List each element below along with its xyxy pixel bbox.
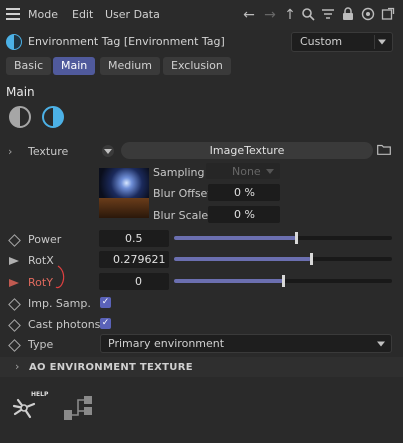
power-slider[interactable] [174, 232, 392, 244]
node-editor-icon[interactable] [62, 394, 94, 424]
sampling-value: None [232, 165, 261, 178]
lock-icon[interactable] [340, 7, 356, 23]
power-slider-fill [174, 236, 297, 240]
power-value: 0.5 [125, 232, 143, 245]
ao-section-title: AO ENVIRONMENT TEXTURE [29, 362, 193, 373]
blur-scale-label: Blur Scale [153, 209, 209, 222]
tag-title: Environment Tag [Environment Tag] [28, 35, 225, 48]
rotx-field[interactable]: 0.279621 [99, 251, 169, 268]
chevron-down-icon [377, 341, 385, 346]
rotx-value: 0.279621 [113, 253, 166, 266]
roty-value: 0 [135, 275, 142, 288]
arrow-right-icon[interactable]: → [262, 7, 278, 23]
keyframe-animated-icon[interactable] [9, 279, 19, 287]
mode-gray-icon[interactable] [9, 106, 31, 128]
menu-user-data[interactable]: User Data [105, 8, 160, 21]
blur-scale-field[interactable]: 0 % [208, 206, 280, 223]
rotx-slider-fill [174, 257, 312, 261]
folder-icon[interactable] [377, 144, 391, 155]
rotx-slider[interactable] [174, 253, 392, 265]
preset-dropdown[interactable]: Custom [291, 32, 393, 52]
tab-medium[interactable]: Medium [100, 57, 160, 75]
chevron-down-icon [378, 39, 386, 45]
imp-samp-label: Imp. Samp. [28, 297, 91, 310]
roty-slider-handle[interactable] [282, 275, 285, 287]
texture-preview-thumbnail [99, 168, 149, 218]
blur-offset-label: Blur Offset [153, 187, 212, 200]
power-label: Power [28, 233, 62, 246]
arrow-left-icon[interactable]: ← [241, 7, 257, 23]
mode-blue-icon[interactable] [42, 106, 64, 128]
type-value: Primary environment [108, 337, 225, 350]
roty-slider[interactable] [174, 275, 392, 287]
expand-chevron-icon[interactable]: › [15, 360, 19, 373]
roty-slider-fill [174, 279, 283, 283]
section-title: Main [6, 85, 35, 99]
blur-offset-field[interactable]: 0 % [208, 184, 280, 201]
environment-tag-icon [6, 34, 22, 50]
keyframe-diamond-icon[interactable] [8, 339, 21, 352]
keyframe-diamond-icon[interactable] [8, 319, 21, 332]
power-slider-handle[interactable] [295, 232, 299, 244]
tab-exclusion[interactable]: Exclusion [163, 57, 231, 75]
imp-samp-checkbox[interactable]: ✓ [100, 297, 111, 308]
texture-label: Texture [28, 145, 69, 158]
menu-mode[interactable]: Mode [28, 8, 58, 21]
filter-icon[interactable] [320, 7, 336, 23]
menu-edit[interactable]: Edit [72, 8, 93, 21]
keyframe-diamond-icon[interactable] [8, 234, 21, 247]
annotation-mark-icon [55, 265, 65, 289]
texture-menu-button[interactable] [102, 145, 114, 157]
texture-value: ImageTexture [209, 144, 285, 157]
tab-basic-label: Basic [14, 59, 44, 72]
help-badge-label: HELP [31, 391, 49, 398]
roty-label: RotY [28, 276, 53, 289]
roty-field[interactable]: 0 [99, 273, 169, 290]
texture-link-field[interactable]: ImageTexture [121, 142, 373, 159]
type-dropdown[interactable]: Primary environment [100, 334, 392, 353]
chevron-down-icon [266, 169, 274, 174]
keyframe-diamond-icon[interactable] [8, 298, 21, 311]
power-field[interactable]: 0.5 [99, 230, 169, 247]
sampling-dropdown[interactable]: None [206, 163, 280, 179]
type-label: Type [28, 338, 54, 351]
hamburger-menu-icon[interactable] [6, 8, 20, 20]
tab-main[interactable]: Main [53, 57, 96, 75]
chevron-down-icon [104, 149, 112, 154]
blur-scale-value: 0 % [234, 208, 255, 221]
rotx-label: RotX [28, 254, 54, 267]
rotx-slider-handle[interactable] [310, 253, 314, 265]
tab-exclusion-label: Exclusion [171, 59, 223, 72]
search-icon[interactable] [300, 7, 316, 23]
tab-main-label: Main [61, 59, 88, 72]
cast-photons-label: Cast photons [28, 318, 101, 331]
keyframe-animated-icon[interactable] [9, 257, 19, 265]
new-window-icon[interactable] [380, 7, 396, 23]
cast-photons-checkbox[interactable]: ✓ [100, 318, 111, 329]
help-icon[interactable]: HELP [9, 391, 48, 423]
arrow-up-icon[interactable]: ↑ [282, 7, 298, 23]
expand-chevron-icon[interactable]: › [8, 145, 12, 158]
sampling-label: Sampling [153, 166, 205, 179]
blur-offset-value: 0 % [234, 186, 255, 199]
preset-dropdown-value: Custom [300, 35, 343, 48]
tab-basic[interactable]: Basic [6, 57, 52, 75]
tab-medium-label: Medium [108, 59, 152, 72]
target-icon[interactable] [360, 7, 376, 23]
